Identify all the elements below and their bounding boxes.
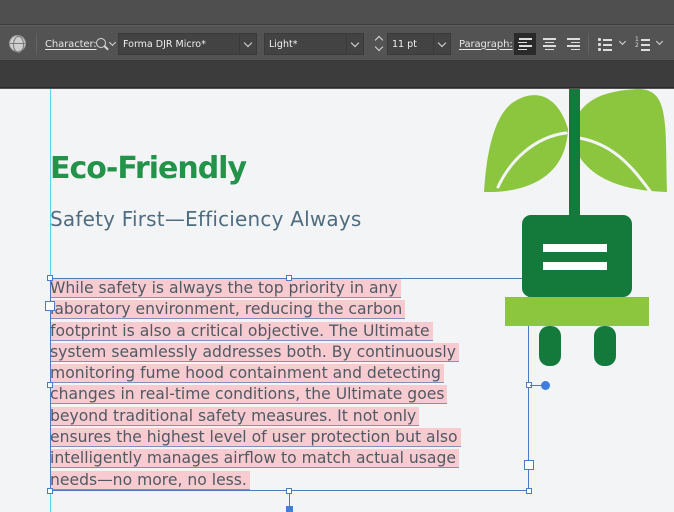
body-line: ensures the highest level of user protec… <box>50 428 461 447</box>
font-family-value: Forma DJR Micro* <box>123 38 206 50</box>
font-style-dropdown-arrow[interactable] <box>346 34 363 54</box>
plug-band-icon <box>505 297 649 326</box>
align-right-button[interactable] <box>562 33 584 55</box>
search-icon[interactable] <box>96 38 106 48</box>
character-panel-link[interactable]: Character: <box>45 26 97 62</box>
eco-plug-illustration[interactable] <box>480 89 674 379</box>
font-size-stepper[interactable] <box>373 34 385 54</box>
bottom-connector <box>289 494 290 506</box>
center-point-handle[interactable] <box>541 381 550 390</box>
chevron-down-icon[interactable] <box>655 37 664 46</box>
body-line: needs—no more, no less. <box>50 470 250 489</box>
chevron-down-icon[interactable] <box>618 37 627 46</box>
in-port[interactable] <box>45 301 55 311</box>
font-style-value: Light* <box>269 38 298 50</box>
bullet-list-button[interactable] <box>597 35 615 53</box>
font-size-field[interactable]: 11 pt <box>387 33 451 55</box>
cord-icon <box>569 89 580 219</box>
stepper-down-icon[interactable] <box>374 42 384 52</box>
body-line: system seamlessly addresses both. By con… <box>50 342 459 361</box>
align-center-button[interactable] <box>538 33 560 55</box>
body-line: intelligently manages airflow to match a… <box>50 449 459 468</box>
chevron-down-icon <box>243 38 253 47</box>
body-line: beyond traditional safety measures. It n… <box>50 406 420 425</box>
document-tab-strip <box>0 61 674 88</box>
font-style-dropdown[interactable]: Light* <box>264 33 364 55</box>
body-line: While safety is always the top priority … <box>50 279 401 297</box>
app-title-bar <box>0 0 674 25</box>
resize-handle-top-left[interactable] <box>47 275 53 281</box>
paragraph-label[interactable]: Paragraph: <box>459 39 513 50</box>
body-line: footprint is also a critical objective. … <box>50 321 433 340</box>
resize-handle-top[interactable] <box>286 275 292 281</box>
chevron-down-icon[interactable] <box>108 38 117 47</box>
body-line: monitoring fume hood containment and det… <box>50 364 444 383</box>
separator <box>588 33 589 55</box>
bottom-anchor-handle[interactable] <box>286 506 293 512</box>
resize-handle-bottom-left[interactable] <box>47 488 53 494</box>
font-family-dropdown[interactable]: Forma DJR Micro* <box>118 33 257 55</box>
character-label[interactable]: Character: <box>45 39 97 50</box>
plug-body-icon <box>522 215 632 297</box>
paragraph-panel-link[interactable]: Paragraph: <box>459 26 513 62</box>
prong-icon <box>594 326 616 366</box>
font-family-dropdown-arrow[interactable] <box>239 34 256 54</box>
subheadline[interactable]: Safety First—Efficiency Always <box>50 207 362 231</box>
artboard-canvas[interactable]: Eco-Friendly Safety First—Efficiency Alw… <box>0 89 674 512</box>
chevron-down-icon <box>350 38 360 47</box>
left-leaf-icon <box>484 95 568 193</box>
resize-handle-bottom-right[interactable] <box>526 488 532 494</box>
separator <box>36 33 37 55</box>
prong-icon <box>539 326 561 366</box>
font-size-value: 11 pt <box>392 38 417 50</box>
globe-icon[interactable] <box>9 35 26 53</box>
font-size-dropdown-arrow[interactable] <box>433 34 450 54</box>
chevron-down-icon <box>437 38 447 47</box>
headline[interactable]: Eco-Friendly <box>50 151 247 186</box>
body-text-frame[interactable]: While safety is always the top priority … <box>50 278 530 491</box>
body-line: laboratory environment, reducing the car… <box>50 300 406 319</box>
resize-handle-left[interactable] <box>47 382 53 388</box>
out-port[interactable] <box>524 460 534 470</box>
align-left-button[interactable] <box>514 33 536 55</box>
body-line: changes in real-time conditions, the Ult… <box>50 385 448 404</box>
numbered-list-button[interactable]: 1 2 <box>635 35 653 53</box>
character-control-bar: Character: Forma DJR Micro* Light* 11 pt… <box>0 25 674 61</box>
